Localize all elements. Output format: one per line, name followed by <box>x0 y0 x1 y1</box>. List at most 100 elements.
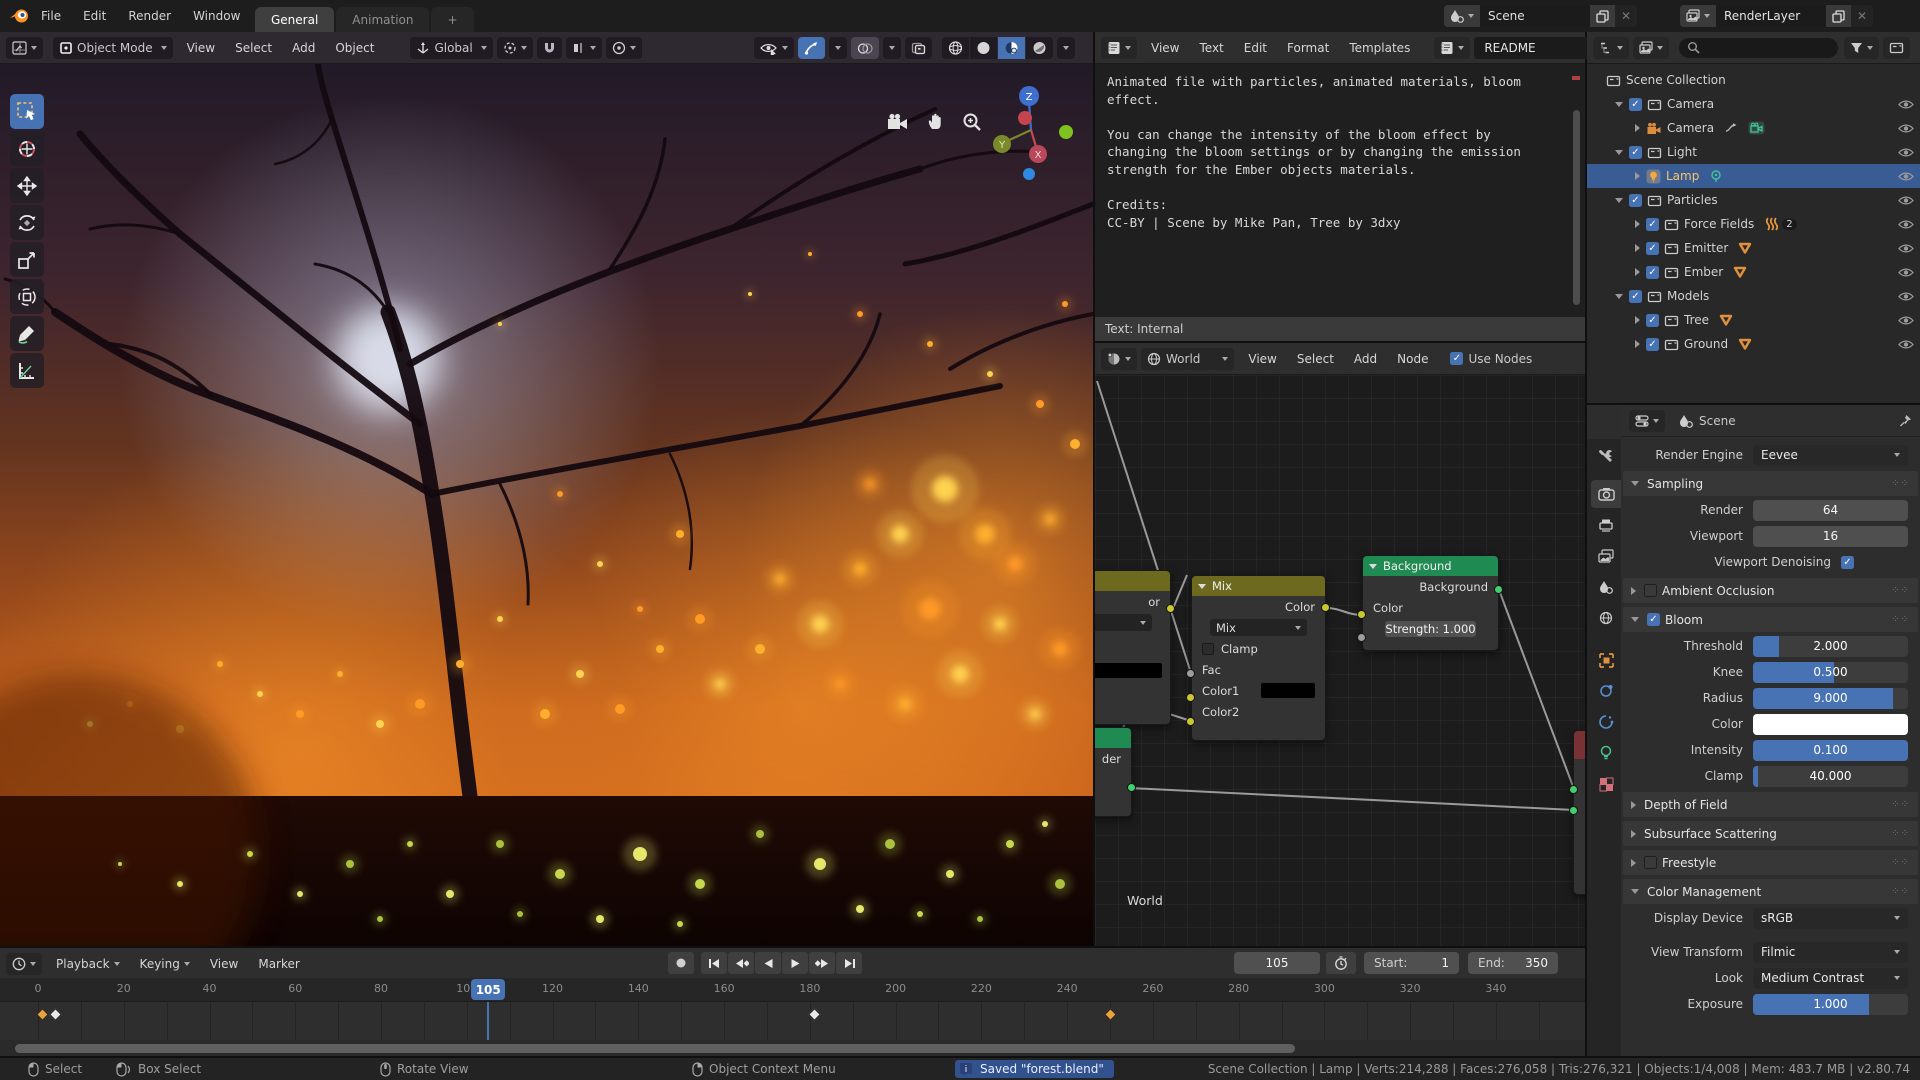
mix-color-out-socket[interactable] <box>1321 603 1330 612</box>
gizmo-dropdown[interactable] <box>829 37 847 59</box>
eye-icon[interactable] <box>1898 315 1914 326</box>
shading-dropdown[interactable] <box>1057 37 1075 59</box>
timeline-track[interactable] <box>0 1002 1585 1040</box>
overlays-dropdown[interactable] <box>883 37 901 59</box>
outliner-row-tree[interactable]: ✓Tree <box>1587 308 1920 332</box>
use-nodes-checkbox[interactable]: ✓ <box>1450 352 1463 365</box>
editor-type-button[interactable] <box>6 953 42 975</box>
copy-layer-button[interactable] <box>1826 5 1851 27</box>
mode-dropdown[interactable]: Object Mode <box>53 37 173 59</box>
prop-dropdown[interactable]: sRGB <box>1753 908 1908 929</box>
shader-editor[interactable]: World ViewSelectAddNode ✓ Use Nodes or <box>1095 343 1585 946</box>
text-menu-format[interactable]: Format <box>1277 41 1339 55</box>
mix-fac-socket[interactable] <box>1186 669 1195 678</box>
expander-icon[interactable] <box>1635 172 1640 180</box>
expander-icon[interactable] <box>1615 294 1623 299</box>
copy-scene-button[interactable] <box>1590 5 1615 27</box>
viewport-menu-view[interactable]: View <box>177 41 225 55</box>
properties-tab-texture[interactable] <box>1591 770 1621 798</box>
eye-icon[interactable] <box>1898 243 1914 254</box>
shading-wireframe-button[interactable] <box>942 37 969 59</box>
timeline-menu-view[interactable]: View <box>200 957 248 971</box>
editor-type-button[interactable] <box>6 37 43 59</box>
outliner-search[interactable] <box>1679 38 1838 58</box>
camera-view-icon[interactable] <box>886 113 910 131</box>
partial-shader-node[interactable]: der <box>1095 727 1132 817</box>
panel-depth-of-field[interactable]: Depth of Field⁘⁘ <box>1623 792 1918 817</box>
eye-icon[interactable] <box>1898 267 1914 278</box>
strength-field[interactable]: Strength: 1.000 <box>1385 621 1476 637</box>
outliner-row-force-fields[interactable]: ✓Force Fields2 <box>1587 212 1920 236</box>
filter-dropdown[interactable] <box>1844 37 1879 59</box>
shading-rendered-button[interactable] <box>1026 37 1053 59</box>
panel-checkbox[interactable]: ✓ <box>1647 613 1660 626</box>
expander-icon[interactable] <box>1635 268 1640 276</box>
properties-tab-output[interactable] <box>1591 511 1621 539</box>
socket-out-yellow[interactable] <box>1166 604 1175 613</box>
outliner[interactable]: Scene Collection✓CameraCamera✓LightLamp✓… <box>1587 32 1920 403</box>
pivot-dropdown[interactable] <box>497 37 533 59</box>
text-datablock-name[interactable]: README <box>1474 37 1594 59</box>
expander-icon[interactable] <box>1635 340 1640 348</box>
playhead-line[interactable] <box>487 1002 489 1040</box>
tool-rotate[interactable] <box>10 205 44 240</box>
shader-menu-add[interactable]: Add <box>1344 352 1387 366</box>
viewport-menu-object[interactable]: Object <box>325 41 384 55</box>
text-scrollbar[interactable] <box>1573 110 1580 305</box>
panel-expander-icon[interactable] <box>1631 481 1639 486</box>
outliner-row-scene-collection[interactable]: Scene Collection <box>1587 68 1920 92</box>
auto-key-stopwatch-button[interactable] <box>1326 952 1356 974</box>
timeline-scrollbar[interactable] <box>15 1044 1295 1053</box>
visibility-checkbox[interactable]: ✓ <box>1629 98 1642 111</box>
prop-value-field[interactable]: 16 <box>1753 526 1908 547</box>
text-menu-templates[interactable]: Templates <box>1339 41 1420 55</box>
properties-tab-tool[interactable] <box>1591 442 1621 470</box>
prop-checkbox[interactable]: ✓ <box>1841 556 1854 569</box>
properties-tab-object[interactable] <box>1591 646 1621 674</box>
outliner-row-camera[interactable]: ✓Camera <box>1587 92 1920 116</box>
eye-icon[interactable] <box>1898 99 1914 110</box>
panel-color-management[interactable]: Color Management⁘⁘ <box>1623 879 1918 904</box>
prop-slider[interactable]: 0.500 <box>1753 662 1908 683</box>
text-content[interactable]: Animated file with particles, animated m… <box>1095 65 1585 317</box>
menu-file[interactable]: File <box>30 0 72 32</box>
xray-toggle[interactable] <box>905 37 932 59</box>
eye-icon[interactable] <box>1898 339 1914 350</box>
eye-icon[interactable] <box>1898 123 1914 134</box>
prop-dropdown[interactable]: Medium Contrast <box>1753 968 1908 989</box>
expander-icon[interactable] <box>1635 316 1640 324</box>
gizmo-toggle[interactable] <box>798 37 825 59</box>
background-node[interactable]: Background Background Color Strength: 1.… <box>1362 555 1499 651</box>
background-strength-socket[interactable] <box>1357 633 1366 642</box>
expander-icon[interactable] <box>1635 244 1640 252</box>
editor-type-button[interactable] <box>1101 37 1137 59</box>
prop-slider[interactable]: 0.100 <box>1753 740 1908 761</box>
background-out-socket[interactable] <box>1494 585 1503 594</box>
new-collection-button[interactable] <box>1883 37 1910 59</box>
menu-window[interactable]: Window <box>182 0 251 32</box>
visibility-dropdown[interactable] <box>754 37 794 59</box>
overlays-toggle[interactable] <box>851 37 879 59</box>
shader-menu-view[interactable]: View <box>1238 352 1286 366</box>
zoom-icon[interactable] <box>962 112 982 132</box>
current-frame-field[interactable]: 105 <box>1234 952 1320 974</box>
prop-color-swatch[interactable] <box>1753 714 1908 735</box>
panel-checkbox[interactable] <box>1644 856 1657 869</box>
play-button[interactable] <box>782 952 808 974</box>
eye-icon[interactable] <box>1898 171 1914 182</box>
properties-tab-render[interactable] <box>1591 480 1621 508</box>
properties-tab-view-layer[interactable] <box>1591 542 1621 570</box>
shading-solid-button[interactable] <box>970 37 997 59</box>
menu-edit[interactable]: Edit <box>72 0 117 32</box>
panel-subsurface-scattering[interactable]: Subsurface Scattering⁘⁘ <box>1623 821 1918 846</box>
visibility-checkbox[interactable]: ✓ <box>1646 314 1659 327</box>
tab-animation[interactable]: Animation <box>336 7 429 32</box>
tool-scale[interactable] <box>10 242 44 277</box>
background-color-socket[interactable] <box>1357 610 1366 619</box>
prop-slider[interactable]: 9.000 <box>1753 688 1908 709</box>
timeline[interactable]: PlaybackKeyingViewMarker 105 Start:1 End… <box>0 948 1585 1056</box>
play-reverse-button[interactable] <box>755 952 781 974</box>
panel-expander-icon[interactable] <box>1631 889 1639 894</box>
use-nodes-toggle[interactable]: ✓ Use Nodes <box>1450 352 1532 366</box>
unlink-scene-button[interactable]: ✕ <box>1615 5 1637 27</box>
